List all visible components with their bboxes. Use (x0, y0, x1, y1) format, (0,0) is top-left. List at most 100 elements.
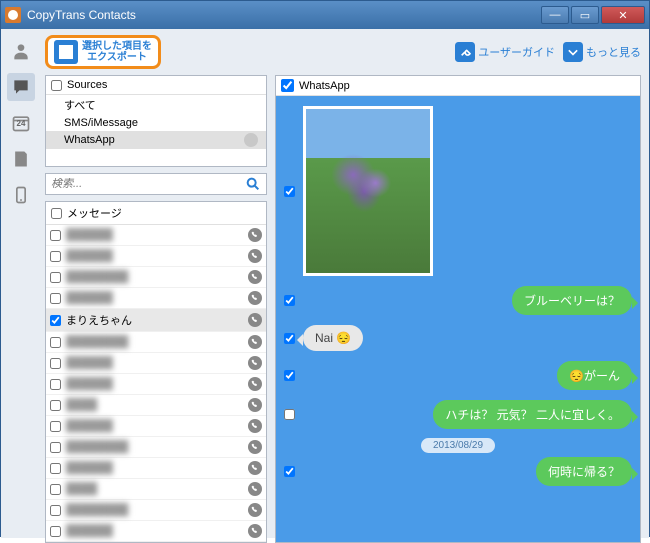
phone-icon (248, 291, 262, 305)
source-item[interactable]: WhatsApp (46, 131, 266, 149)
source-item[interactable]: SMS/iMessage (46, 115, 266, 131)
message-checkbox[interactable] (50, 358, 61, 369)
phone-icon (248, 503, 262, 517)
contacts-tab[interactable] (7, 37, 35, 65)
message-bubble[interactable]: ハチは？ 元気？ 二人に宜しく。 (433, 400, 632, 429)
whatsapp-icon (244, 133, 258, 147)
message-bubble[interactable]: 😔がーん (557, 361, 632, 390)
message-checkbox[interactable] (50, 505, 61, 516)
phone-icon (248, 524, 262, 538)
message-item[interactable]: ████████ (46, 437, 266, 458)
messages-tab[interactable] (7, 73, 35, 101)
phone-icon (248, 335, 262, 349)
phone-icon (248, 228, 262, 242)
message-checkbox[interactable] (50, 400, 61, 411)
conversation-row: ブルーベリーは？ (284, 286, 632, 315)
message-item[interactable]: ████████ (46, 332, 266, 353)
message-checkbox[interactable] (50, 526, 61, 537)
messages-header: メッセージ (46, 202, 266, 225)
sources-header: Sources (46, 76, 266, 95)
conversation-row: Nai 😔 (284, 325, 632, 351)
window-title: CopyTrans Contacts (27, 8, 541, 22)
bubble-checkbox[interactable] (284, 333, 295, 344)
phone-icon (248, 482, 262, 496)
source-item[interactable]: すべて (46, 95, 266, 115)
message-item[interactable]: まりえちゃん (46, 309, 266, 332)
chevron-down-icon (563, 42, 583, 62)
message-item[interactable]: ████████ (46, 500, 266, 521)
message-item[interactable]: ██████ (46, 458, 266, 479)
message-checkbox[interactable] (50, 230, 61, 241)
notes-tab[interactable] (7, 145, 35, 173)
message-item[interactable]: ████████ (46, 267, 266, 288)
left-column: Sources すべてSMS/iMessageWhatsApp メッセージ (45, 75, 267, 543)
message-checkbox[interactable] (50, 463, 61, 474)
message-item[interactable]: ██████ (46, 246, 266, 267)
photo-attachment[interactable] (303, 106, 433, 276)
bubble-checkbox[interactable] (284, 295, 295, 306)
device-tab[interactable] (7, 181, 35, 209)
message-checkbox[interactable] (50, 293, 61, 304)
titlebar[interactable]: CopyTrans Contacts — ▭ ✕ (1, 1, 649, 29)
export-icon (54, 40, 78, 64)
phone-icon (248, 249, 262, 263)
search-box (45, 173, 267, 195)
messages-list: ██████████████████████████まりえちゃん████████… (46, 225, 266, 542)
more-link[interactable]: もっと見る (563, 42, 641, 62)
message-item[interactable]: ██████ (46, 416, 266, 437)
phone-icon (248, 377, 262, 391)
conversation-row: ハチは？ 元気？ 二人に宜しく。 (284, 400, 632, 429)
bubble-checkbox[interactable] (284, 466, 295, 477)
maximize-button[interactable]: ▭ (571, 6, 599, 24)
wrench-icon (455, 42, 475, 62)
message-checkbox[interactable] (50, 442, 61, 453)
conversation-body[interactable]: ブルーベリーは？ Nai 😔 😔がーんハチは？ 元気？ 二人に宜しく。 2013/08… (276, 96, 640, 542)
calendar-tab[interactable]: 24 (7, 109, 35, 137)
message-checkbox[interactable] (50, 484, 61, 495)
content-area: 24 選択した項目をエクスポート ユーザーガイド もっと見る (1, 29, 649, 538)
phone-icon (248, 356, 262, 370)
messages-checkbox[interactable] (51, 208, 62, 219)
message-item[interactable]: ██████ (46, 225, 266, 246)
message-checkbox[interactable] (50, 272, 61, 283)
toolbar: 選択した項目をエクスポート ユーザーガイド もっと見る (45, 35, 641, 69)
message-bubble[interactable]: 何時に帰る？ (536, 457, 632, 486)
message-checkbox[interactable] (50, 315, 61, 326)
bubble-checkbox[interactable] (284, 409, 295, 420)
app-window: CopyTrans Contacts — ▭ ✕ 24 選択した項目をエクスポー… (0, 0, 650, 537)
message-checkbox[interactable] (50, 251, 61, 262)
phone-icon (248, 313, 262, 327)
message-item[interactable]: ████ (46, 479, 266, 500)
date-separator: 2013/08/29 (284, 439, 632, 451)
phone-icon (248, 270, 262, 284)
message-checkbox[interactable] (50, 379, 61, 390)
phone-icon (248, 461, 262, 475)
message-item[interactable]: ████ (46, 395, 266, 416)
conversation-checkbox[interactable] (281, 79, 294, 92)
search-input[interactable] (51, 178, 245, 190)
message-bubble[interactable]: ブルーベリーは？ (512, 286, 632, 315)
right-column: WhatsApp ブルーベリーは？Nai 😔😔がーんハチは？ 元気？ 二人に宜し… (275, 75, 641, 543)
bubble-checkbox[interactable] (284, 370, 295, 381)
main-area: 選択した項目をエクスポート ユーザーガイド もっと見る (41, 29, 649, 538)
search-icon[interactable] (245, 176, 261, 192)
sources-box: Sources すべてSMS/iMessageWhatsApp (45, 75, 267, 167)
close-button[interactable]: ✕ (601, 6, 645, 24)
export-button[interactable]: 選択した項目をエクスポート (45, 35, 161, 69)
message-checkbox[interactable] (50, 421, 61, 432)
message-bubble[interactable]: Nai 😔 (303, 325, 363, 351)
bubble-checkbox[interactable] (284, 186, 295, 197)
phone-icon (248, 398, 262, 412)
sources-checkbox[interactable] (51, 80, 62, 91)
app-icon (5, 7, 21, 23)
conversation-row (284, 106, 632, 276)
conversation-box: WhatsApp ブルーベリーは？Nai 😔😔がーんハチは？ 元気？ 二人に宜し… (275, 75, 641, 543)
message-item[interactable]: ██████ (46, 521, 266, 542)
phone-icon (248, 419, 262, 433)
minimize-button[interactable]: — (541, 6, 569, 24)
message-item[interactable]: ██████ (46, 288, 266, 309)
message-checkbox[interactable] (50, 337, 61, 348)
message-item[interactable]: ██████ (46, 353, 266, 374)
user-guide-link[interactable]: ユーザーガイド (455, 42, 555, 62)
message-item[interactable]: ██████ (46, 374, 266, 395)
